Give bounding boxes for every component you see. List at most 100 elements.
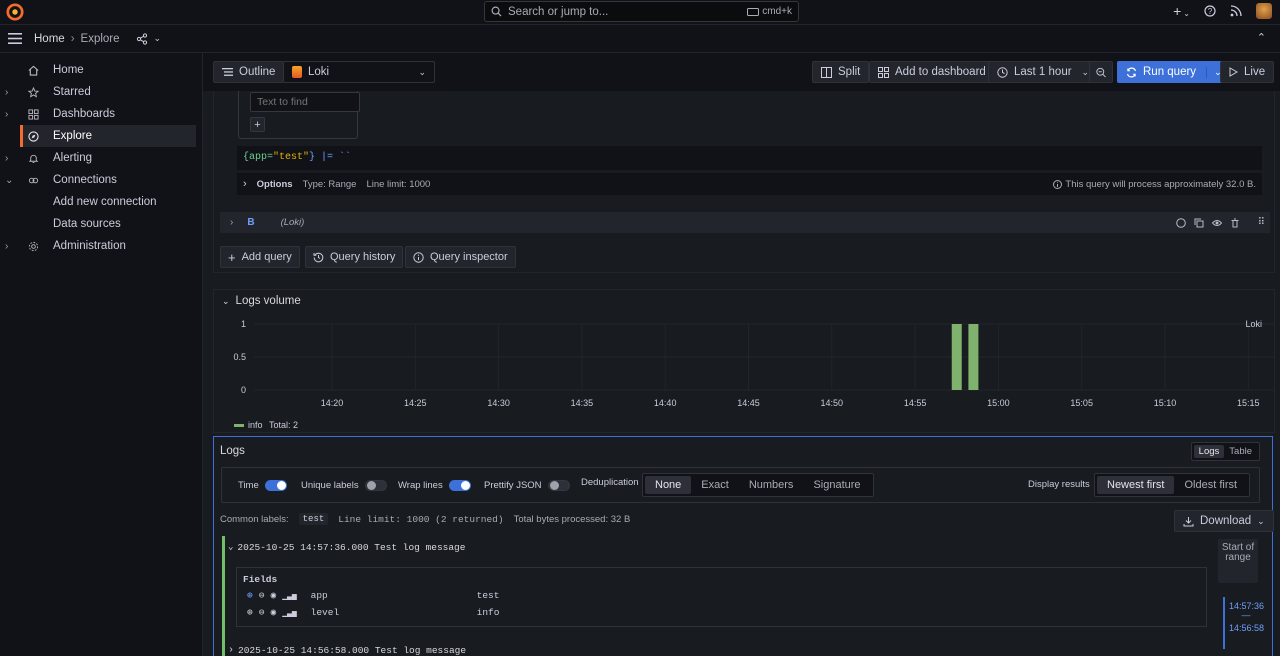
chevron-right-icon[interactable]: ›: [5, 241, 8, 252]
prettify-json-control: Prettify JSON: [484, 480, 570, 491]
log-row[interactable]: ⌄ 2025-10-25 14:57:36.000 Test log messa…: [222, 536, 1202, 558]
zoom-out-icon[interactable]: ⊖: [259, 590, 265, 601]
range-navigation[interactable]: 14:57:36 — 14:56:58: [1223, 597, 1264, 649]
dedup-none[interactable]: None: [645, 476, 692, 494]
sidebar-item-explore[interactable]: Explore: [20, 125, 196, 147]
rss-icon[interactable]: [1230, 5, 1242, 17]
query-row-b[interactable]: › B (Loki) ⠿: [220, 212, 1270, 233]
query-history-button[interactable]: Query history: [305, 246, 404, 268]
chevron-right-icon[interactable]: ›: [5, 153, 8, 164]
dedup-signature[interactable]: Signature: [803, 476, 870, 494]
collapse-chevron-up-icon[interactable]: ⌃: [1257, 31, 1266, 44]
unique-labels-toggle[interactable]: [364, 480, 387, 491]
zoom-in-icon[interactable]: ⊕: [247, 590, 253, 601]
eye-icon[interactable]: ◉: [270, 607, 276, 618]
sidebar-item-data-sources[interactable]: Data sources: [0, 213, 202, 235]
explore-toolbar: Outline Loki ⌄ Split Add to dashboard La…: [203, 53, 1280, 91]
trash-icon[interactable]: [1230, 218, 1240, 228]
zoom-out-button[interactable]: [1089, 61, 1113, 83]
chevron-right-icon[interactable]: ›: [5, 109, 8, 120]
add-query-button[interactable]: + Add query: [220, 246, 300, 268]
view-table-tab[interactable]: Table: [1224, 445, 1257, 458]
x-tick-label: 14:35: [571, 398, 594, 408]
query-expression[interactable]: {app="test"} |= ``: [237, 146, 1262, 170]
info-circle-icon: [413, 251, 424, 263]
chevron-down-icon[interactable]: ⌄: [5, 175, 13, 186]
live-button[interactable]: Live: [1220, 61, 1275, 83]
x-tick-label: 15:05: [1070, 398, 1093, 408]
sidebar-item-starred[interactable]: › Starred: [0, 81, 202, 103]
user-avatar[interactable]: [1256, 3, 1272, 19]
help-icon[interactable]: ?: [1204, 5, 1216, 17]
fields-title: Fields: [243, 574, 278, 585]
sort-newest-first[interactable]: Newest first: [1097, 476, 1175, 494]
sidebar-item-dashboards[interactable]: › Dashboards: [0, 103, 202, 125]
sidebar-item-add-new-connection[interactable]: Add new connection: [0, 191, 202, 213]
start-of-range-button[interactable]: Start of range: [1218, 539, 1258, 583]
chevron-right-icon[interactable]: ›: [230, 217, 233, 228]
drag-handle-icon[interactable]: ⠿: [1258, 217, 1265, 228]
chevron-right-icon[interactable]: ›: [5, 87, 8, 98]
sidebar-item-home[interactable]: Home: [0, 59, 202, 81]
x-tick-label: 14:20: [321, 398, 344, 408]
query-inspector-button[interactable]: Query inspector: [405, 246, 516, 268]
eye-icon[interactable]: ◉: [270, 590, 276, 601]
logs-volume-header[interactable]: ⌄ Logs volume: [222, 295, 301, 307]
legend-total: Total: 2: [269, 420, 298, 430]
menu-icon[interactable]: [8, 33, 22, 44]
outline-button[interactable]: Outline: [213, 61, 285, 83]
share-icon[interactable]: [136, 32, 148, 45]
x-tick-label: 14:25: [404, 398, 427, 408]
dedup-exact[interactable]: Exact: [691, 476, 739, 494]
sidebar-item-connections[interactable]: ⌄ Connections: [0, 169, 202, 191]
chevron-right-icon[interactable]: ›: [228, 645, 234, 656]
wrap-lines-toggle[interactable]: [448, 480, 471, 491]
legend-swatch: [234, 424, 244, 427]
datasource-picker[interactable]: Loki ⌄: [283, 61, 435, 83]
apps-icon: [28, 108, 39, 120]
grafana-logo-icon[interactable]: [6, 3, 24, 21]
query-options-row[interactable]: › Options Type: Range Line limit: 1000 T…: [237, 173, 1262, 195]
x-tick-label: 14:40: [654, 398, 677, 408]
new-menu-button[interactable]: + ⌄: [1173, 3, 1190, 19]
zoom-in-icon[interactable]: ⊕: [247, 607, 253, 618]
sidebar-item-alerting[interactable]: › Alerting: [0, 147, 202, 169]
add-filter-button[interactable]: +: [250, 117, 265, 132]
split-button[interactable]: Split: [812, 61, 870, 83]
series-corner-label: Loki: [1245, 319, 1262, 329]
download-button[interactable]: Download ⌄: [1174, 510, 1274, 532]
sort-oldest-first[interactable]: Oldest first: [1174, 476, 1247, 494]
log-row[interactable]: › 2025-10-25 14:56:58.000 Test log messa…: [222, 639, 1202, 656]
text-to-find-input[interactable]: [250, 92, 360, 112]
breadcrumb-home[interactable]: Home: [34, 33, 65, 45]
process-note: This query will process approximately 32…: [1053, 179, 1256, 190]
run-query-button[interactable]: Run query ⌄: [1117, 61, 1231, 83]
stats-icon[interactable]: ▁▃▅: [282, 591, 296, 601]
loki-logo-icon: [292, 66, 302, 78]
zoom-out-icon: [1096, 67, 1106, 77]
zoom-out-icon[interactable]: ⊖: [259, 607, 265, 618]
clock-icon: [997, 66, 1008, 78]
search-bar[interactable]: Search or jump to... cmd+k: [484, 1, 799, 22]
prettify-json-label: Prettify JSON: [484, 480, 542, 491]
chevron-down-icon[interactable]: ⌄: [154, 33, 162, 44]
time-range-picker[interactable]: Last 1 hour ⌄: [988, 61, 1099, 83]
field-key: app: [310, 590, 328, 601]
view-logs-tab[interactable]: Logs: [1193, 445, 1225, 458]
common-label-tag: test: [298, 513, 329, 525]
eye-icon[interactable]: [1211, 218, 1222, 228]
split-icon: [821, 66, 832, 78]
copy-icon[interactable]: [1194, 218, 1204, 228]
breadcrumb-bar: Home › Explore ⌄ ⌃: [0, 25, 1280, 53]
run-query-label: Run query: [1143, 66, 1197, 78]
add-to-dashboard-button[interactable]: Add to dashboard: [869, 61, 995, 83]
prettify-json-toggle[interactable]: [547, 480, 570, 491]
top-bar: Search or jump to... cmd+k + ⌄ ?: [0, 0, 1280, 25]
keyboard-icon: [747, 7, 760, 16]
time-toggle[interactable]: [264, 480, 287, 491]
chevron-down-icon[interactable]: ⌄: [228, 542, 233, 552]
dedup-numbers[interactable]: Numbers: [739, 476, 804, 494]
sidebar-item-administration[interactable]: › Administration: [0, 235, 202, 257]
stats-icon[interactable]: ▁▃▅: [282, 608, 296, 618]
help-icon[interactable]: [1175, 217, 1186, 228]
